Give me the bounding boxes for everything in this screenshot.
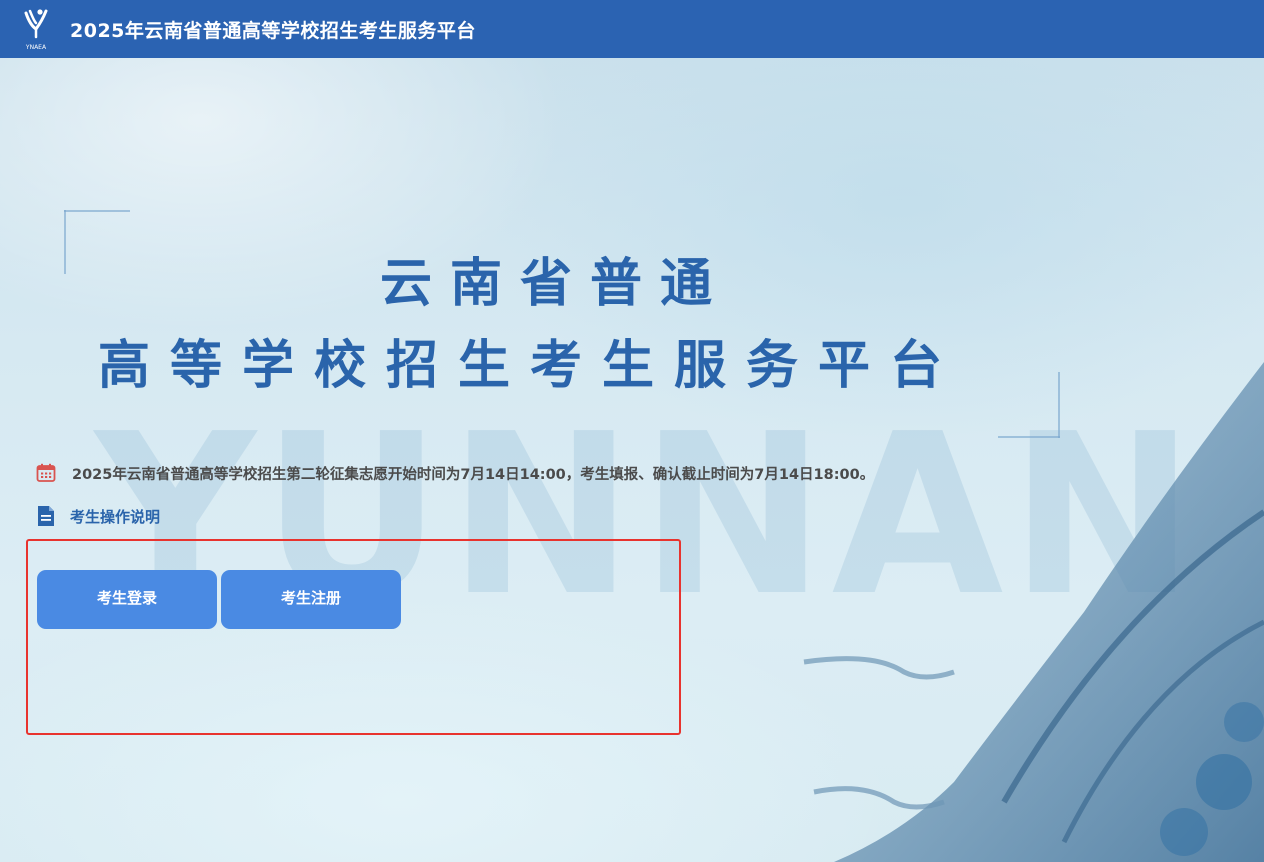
hero-title-line2: 高等学校招生考生服务平台 — [98, 336, 963, 396]
calendar-icon — [36, 463, 56, 482]
logo-text: YNAEA — [25, 44, 47, 51]
frame-corner-top-left — [64, 210, 130, 212]
notice-text: 2025年云南省普通高等学校招生第二轮征集志愿开始时间为7月14日14:00，考… — [72, 466, 875, 483]
student-login-button[interactable]: 考生登录 — [37, 570, 217, 629]
hero-title-line1: 云南省普通 — [380, 254, 731, 314]
frame-corner-bottom-right-vertical — [1058, 372, 1060, 438]
header-title: 2025年云南省普通高等学校招生考生服务平台 — [70, 19, 476, 42]
actions-highlight-box — [26, 539, 681, 735]
ynaea-logo: YNAEA — [20, 7, 52, 51]
document-icon — [38, 506, 54, 526]
top-header-bar: YNAEA 2025年云南省普通高等学校招生考生服务平台 — [0, 0, 1264, 58]
logo-figure-icon — [24, 9, 48, 39]
frame-corner-top-left-vertical — [64, 210, 66, 274]
operation-guide-link[interactable]: 考生操作说明 — [36, 505, 160, 527]
frame-corner-bottom-right — [998, 436, 1060, 438]
student-register-button[interactable]: 考生注册 — [221, 570, 401, 629]
admission-notice: 2025年云南省普通高等学校招生第二轮征集志愿开始时间为7月14日14:00，考… — [36, 462, 874, 484]
operation-guide-label[interactable]: 考生操作说明 — [70, 506, 160, 527]
